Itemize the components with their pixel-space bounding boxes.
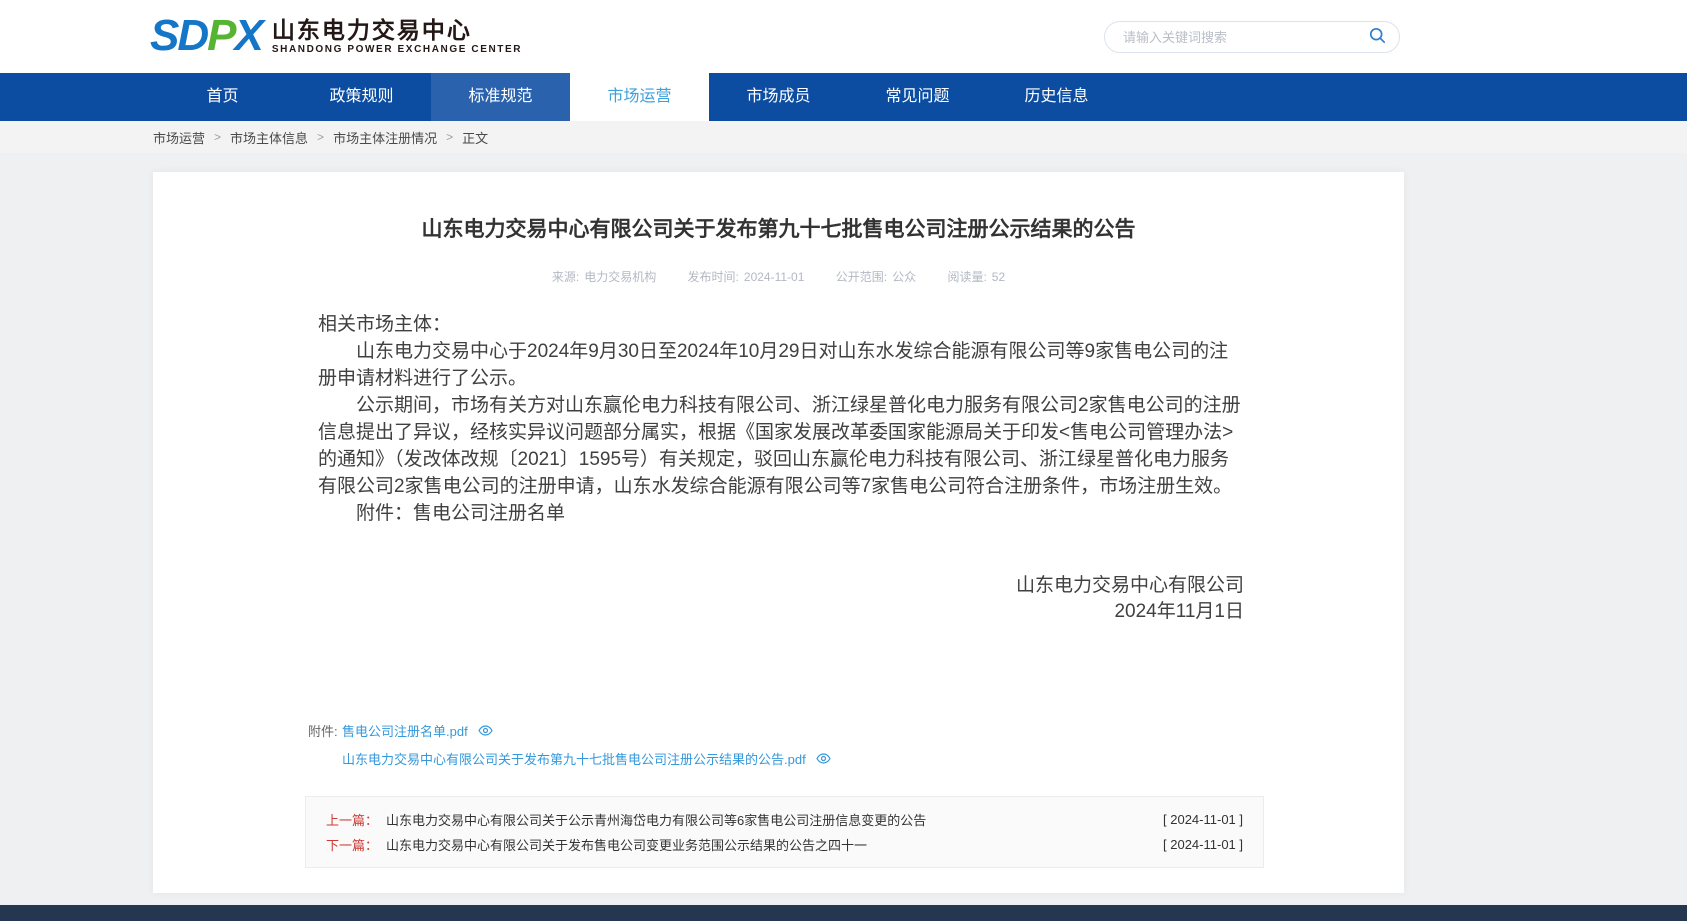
main-nav: 首页 政策规则 标准规范 市场运营 市场成员 常见问题 历史信息: [0, 73, 1687, 121]
meta-source-label: 来源:: [552, 270, 579, 284]
breadcrumb-item-1[interactable]: 市场运营: [153, 128, 205, 147]
attachment-link-2[interactable]: 山东电力交易中心有限公司关于发布第九十七批售电公司注册公示结果的公告.pdf: [342, 749, 806, 768]
meta-views-value: 52: [992, 270, 1005, 284]
logo-title-cn: 山东电力交易中心: [272, 17, 522, 43]
prev-article-link[interactable]: 山东电力交易中心有限公司关于公示青州海岱电力有限公司等6家售电公司注册信息变更的…: [386, 810, 1143, 829]
eye-icon[interactable]: [816, 753, 831, 764]
article-meta: 来源: 电力交易机构 发布时间: 2024-11-01 公开范围: 公众 阅读量: 52: [153, 268, 1404, 285]
meta-views: 阅读量: 52: [947, 268, 1005, 285]
logo-letter-p: P: [207, 11, 234, 60]
meta-scope: 公开范围: 公众: [836, 268, 916, 285]
prev-article-row: 上一篇： 山东电力交易中心有限公司关于公示青州海岱电力有限公司等6家售电公司注册…: [326, 807, 1243, 832]
nav-item-home[interactable]: 首页: [153, 73, 292, 121]
meta-views-label: 阅读量:: [947, 270, 986, 284]
article-signature: 山东电力交易中心有限公司 2024年11月1日: [318, 573, 1244, 625]
breadcrumb-item-3[interactable]: 市场主体注册情况: [333, 128, 437, 147]
breadcrumb: 市场运营 > 市场主体信息 > 市场主体注册情况 > 正文: [0, 121, 1687, 153]
nav-item-standards[interactable]: 标准规范: [431, 73, 570, 121]
logo-text: 山东电力交易中心 SHANDONG POWER EXCHANGE CENTER: [272, 17, 522, 56]
search-button[interactable]: [1367, 27, 1387, 47]
footer-bar: [0, 905, 1687, 921]
meta-source: 来源: 电力交易机构: [552, 268, 656, 285]
paragraph: 附件：售电公司注册名单: [318, 500, 1244, 527]
logo-letter-d: D: [177, 11, 207, 60]
site-logo[interactable]: SDPX 山东电力交易中心 SHANDONG POWER EXCHANGE CE…: [150, 13, 522, 59]
signature-company: 山东电力交易中心有限公司: [318, 573, 1244, 599]
signature-date: 2024年11月1日: [318, 599, 1244, 625]
breadcrumb-separator: >: [317, 130, 324, 144]
breadcrumb-item-2[interactable]: 市场主体信息: [230, 128, 308, 147]
nav-item-faq[interactable]: 常见问题: [848, 73, 987, 121]
search-box[interactable]: [1104, 21, 1400, 53]
prev-article-date: [ 2024-11-01 ]: [1163, 812, 1243, 827]
next-article-date: [ 2024-11-01 ]: [1163, 837, 1243, 852]
breadcrumb-separator: >: [446, 130, 453, 144]
nav-item-history[interactable]: 历史信息: [987, 73, 1126, 121]
eye-icon[interactable]: [478, 725, 493, 736]
meta-publish-time: 发布时间: 2024-11-01: [688, 268, 805, 285]
article-card: 山东电力交易中心有限公司关于发布第九十七批售电公司注册公示结果的公告 来源: 电力…: [153, 172, 1404, 893]
breadcrumb-item-current: 正文: [462, 128, 488, 147]
next-article-row: 下一篇： 山东电力交易中心有限公司关于发布售电公司变更业务范围公示结果的公告之四…: [326, 832, 1243, 857]
nav-item-members[interactable]: 市场成员: [709, 73, 848, 121]
attachment-row: 附件: 售电公司注册名单.pdf: [308, 721, 1404, 740]
prev-next-box: 上一篇： 山东电力交易中心有限公司关于公示青州海岱电力有限公司等6家售电公司注册…: [305, 796, 1264, 868]
paragraph: 相关市场主体：: [318, 311, 1244, 338]
logo-mark: SDPX: [150, 13, 262, 59]
search-input[interactable]: [1121, 29, 1367, 46]
article-body: 相关市场主体： 山东电力交易中心于2024年9月30日至2024年10月29日对…: [318, 311, 1244, 527]
paragraph: 山东电力交易中心于2024年9月30日至2024年10月29日对山东水发综合能源…: [318, 338, 1244, 392]
site-header: SDPX 山东电力交易中心 SHANDONG POWER EXCHANGE CE…: [0, 0, 1687, 73]
article-title: 山东电力交易中心有限公司关于发布第九十七批售电公司注册公示结果的公告: [273, 216, 1284, 244]
meta-scope-label: 公开范围:: [836, 270, 887, 284]
next-article-link[interactable]: 山东电力交易中心有限公司关于发布售电公司变更业务范围公示结果的公告之四十一: [386, 835, 1143, 854]
prev-label: 上一篇：: [326, 810, 378, 829]
nav-item-policies[interactable]: 政策规则: [292, 73, 431, 121]
breadcrumb-separator: >: [214, 130, 221, 144]
attachment-link-1[interactable]: 售电公司注册名单.pdf: [342, 721, 468, 740]
attachment-row: 山东电力交易中心有限公司关于发布第九十七批售电公司注册公示结果的公告.pdf: [308, 749, 1404, 768]
main-nav-items: 首页 政策规则 标准规范 市场运营 市场成员 常见问题 历史信息: [153, 73, 1687, 121]
meta-time-value: 2024-11-01: [744, 270, 805, 284]
logo-title-en: SHANDONG POWER EXCHANGE CENTER: [272, 43, 522, 56]
paragraph: 公示期间，市场有关方对山东赢伦电力科技有限公司、浙江绿星普化电力服务有限公司2家…: [318, 392, 1244, 500]
search-icon: [1369, 27, 1386, 47]
attachments: 附件: 售电公司注册名单.pdf 山东电力交易中心有限公司关于发布第九十七批售电…: [308, 721, 1404, 768]
meta-scope-value: 公众: [892, 270, 916, 284]
next-label: 下一篇：: [326, 835, 378, 854]
logo-letter-s: S: [150, 11, 177, 60]
attachments-label: 附件:: [308, 721, 342, 740]
meta-source-value: 电力交易机构: [584, 270, 656, 284]
nav-item-market-operation[interactable]: 市场运营: [570, 73, 709, 121]
meta-time-label: 发布时间:: [688, 270, 739, 284]
logo-letter-x: X: [235, 11, 262, 60]
